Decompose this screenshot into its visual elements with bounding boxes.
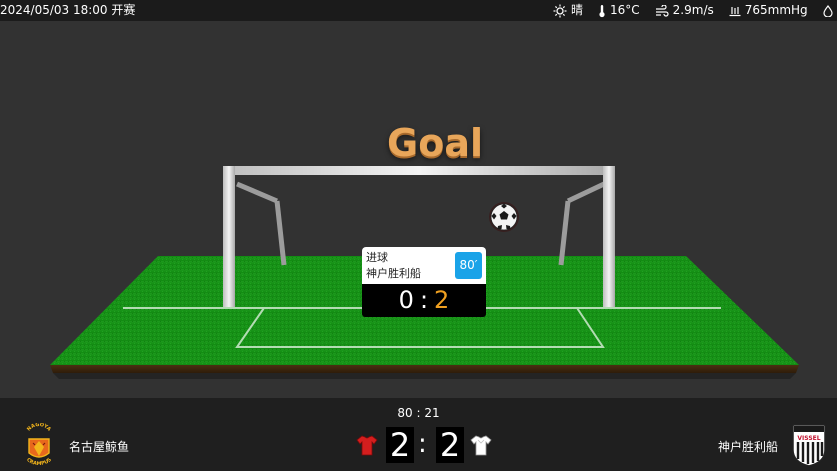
scoreboard: 80 : 21 NAGOYA CRAMPUS 名古屋鲸鱼 2 : 2 神户胜利船… (0, 398, 837, 471)
event-team: 神户胜利船 (366, 267, 421, 280)
event-score-separator: : (419, 286, 429, 314)
drop-icon (823, 4, 833, 17)
humidity: 4 (823, 0, 837, 21)
svg-text:VISSEL: VISSEL (797, 435, 820, 442)
temperature: 16°C (598, 0, 640, 21)
away-team-name: 神户胜利船 (718, 440, 779, 454)
home-team-name: 名古屋鲸鱼 (69, 440, 130, 454)
event-score-away: 2 (434, 286, 450, 314)
away-team-logo: VISSEL (792, 424, 826, 467)
temperature-label: 16°C (610, 3, 640, 17)
event-type: 进球 (366, 251, 388, 264)
event-card: 进球 神户胜利船 80′ (362, 247, 486, 284)
air-pressure-label: 765mmHg (744, 3, 808, 17)
pitch-illustration (50, 166, 799, 379)
event-minute-badge: 80′ (455, 252, 482, 279)
thermometer-icon (599, 4, 605, 17)
home-team-logo: NAGOYA CRAMPUS (25, 423, 53, 467)
sun-icon (553, 4, 567, 17)
air-pressure: 765mmHg (729, 0, 808, 21)
weather-condition-label: 晴 (571, 3, 584, 17)
event-title: Goal (387, 121, 483, 165)
football-icon (489, 202, 519, 232)
wind-speed-label: 2.9m/s (672, 3, 714, 17)
home-score: 2 (386, 427, 414, 463)
score-separator: : (418, 429, 427, 459)
wind-icon (655, 4, 669, 17)
home-shirt-icon (356, 435, 378, 456)
wind-speed: 2.9m/s (655, 0, 714, 21)
weather-info: 晴 16°C 2.9m/s 765mmHg (553, 0, 837, 21)
event-score-home: 0 (398, 286, 414, 314)
match-animation-stage: Goal 进球 神户胜利船 80′ 0:2 (0, 21, 837, 398)
top-bar: 2024/05/03 18:00 开赛 晴 16°C 2.9m/s 765mmH… (0, 0, 837, 21)
match-clock: 80 : 21 (397, 406, 440, 420)
away-shirt-icon (470, 435, 492, 456)
pitch-soil (50, 365, 799, 373)
away-score: 2 (436, 427, 464, 463)
match-start-time: 2024/05/03 18:00 开赛 (0, 3, 136, 17)
svg-text:NAGOYA: NAGOYA (26, 423, 52, 433)
pressure-icon (729, 6, 741, 16)
event-score: 0:2 (362, 284, 486, 317)
svg-text:CRAMPUS: CRAMPUS (25, 457, 53, 467)
weather-condition: 晴 (553, 0, 583, 21)
